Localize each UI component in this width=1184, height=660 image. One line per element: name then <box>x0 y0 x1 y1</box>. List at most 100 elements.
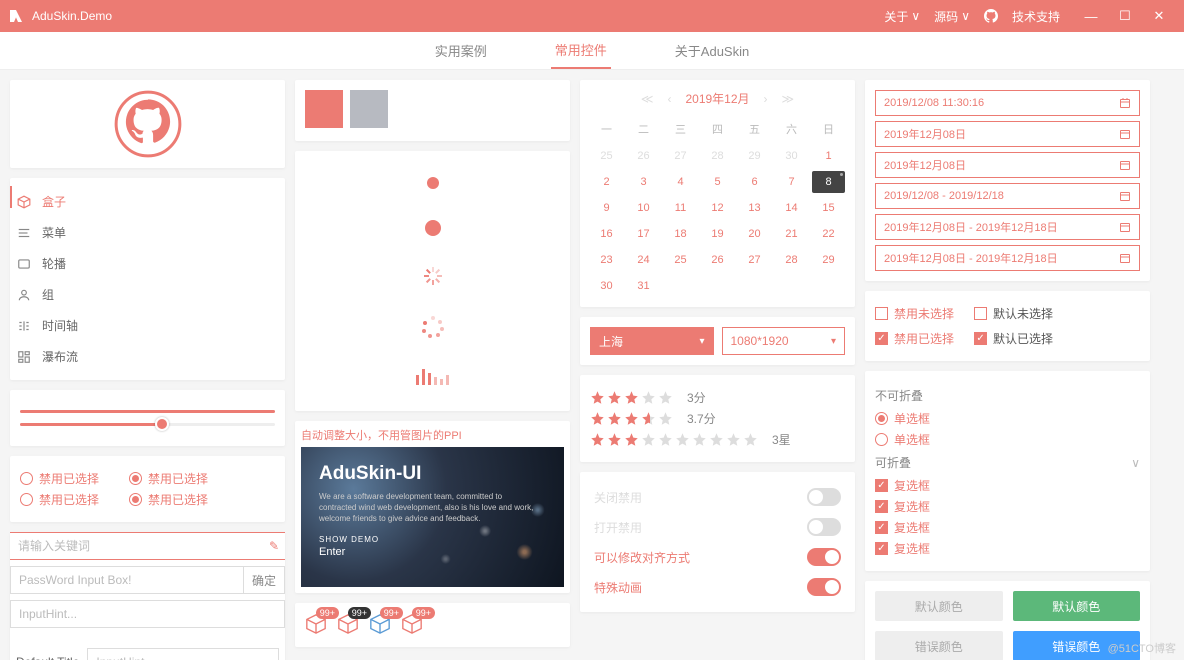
cal-next-year[interactable]: ≫ <box>782 92 795 106</box>
cal-day-27[interactable]: 27 <box>738 249 771 271</box>
checkbox-1[interactable]: 复选框 <box>875 477 1140 494</box>
cal-day-31[interactable]: 31 <box>627 275 660 297</box>
cal-day-prev[interactable]: 28 <box>701 145 734 167</box>
cal-prev-month[interactable]: ‹ <box>667 92 671 106</box>
checkbox-3[interactable]: 复选框 <box>875 519 1140 536</box>
promo-enter[interactable]: Enter <box>319 546 546 558</box>
switch-1[interactable] <box>807 488 841 506</box>
hint2-input[interactable] <box>88 655 278 660</box>
search-input[interactable] <box>10 539 263 553</box>
cal-day-21[interactable]: 21 <box>775 223 808 245</box>
badge-4[interactable]: 99+ <box>401 613 425 637</box>
cal-day-3[interactable]: 3 <box>627 171 660 193</box>
nav-timeline[interactable]: 时间轴 <box>10 310 285 341</box>
close-button[interactable]: ✕ <box>1142 8 1176 24</box>
cal-day-23[interactable]: 23 <box>590 249 623 271</box>
btn-default-green[interactable]: 默认颜色 <box>1013 591 1141 621</box>
cal-day-prev[interactable]: 25 <box>590 145 623 167</box>
btn-error-gray[interactable]: 错误颜色 <box>875 631 1003 660</box>
cal-day-30[interactable]: 30 <box>590 275 623 297</box>
cal-day-17[interactable]: 17 <box>627 223 660 245</box>
cal-day-16[interactable]: 16 <box>590 223 623 245</box>
cal-day-6[interactable]: 6 <box>738 171 771 193</box>
cal-day-20[interactable]: 20 <box>738 223 771 245</box>
cal-day-1[interactable]: 1 <box>812 145 845 167</box>
nav-box[interactable]: 盒子 <box>10 186 285 217</box>
about-menu[interactable]: 关于∨ <box>884 8 920 25</box>
swatch-gray[interactable] <box>350 90 388 128</box>
cal-next-month[interactable]: › <box>764 92 768 106</box>
radio-disabled-sel-3[interactable]: 禁用已选择 <box>20 491 99 508</box>
cal-day-22[interactable]: 22 <box>812 223 845 245</box>
date-input-3[interactable]: 2019年12月08日 <box>875 152 1140 178</box>
cal-day-prev[interactable]: 27 <box>664 145 697 167</box>
cal-day-prev[interactable]: 30 <box>775 145 808 167</box>
radio-a[interactable]: 单选框 <box>875 410 1140 427</box>
date-range-2[interactable]: 2019年12月08日 - 2019年12月18日 <box>875 214 1140 240</box>
badge-3[interactable]: 99+ <box>369 613 393 637</box>
source-menu[interactable]: 源码∨ <box>934 8 970 25</box>
cal-day-19[interactable]: 19 <box>701 223 734 245</box>
confirm-button[interactable]: 确定 <box>243 567 284 593</box>
collapsible-header[interactable]: 可折叠∨ <box>875 454 1140 471</box>
tab-examples[interactable]: 实用案例 <box>431 33 491 68</box>
cal-day-prev[interactable]: 29 <box>738 145 771 167</box>
cal-day-28[interactable]: 28 <box>775 249 808 271</box>
nav-waterfall[interactable]: 瀑布流 <box>10 341 285 372</box>
tab-about[interactable]: 关于AduSkin <box>671 33 753 68</box>
cal-day-2[interactable]: 2 <box>590 171 623 193</box>
nav-group[interactable]: 组 <box>10 279 285 310</box>
select-resolution[interactable]: 1080*1920▾ <box>722 327 846 355</box>
cal-day-15[interactable]: 15 <box>812 197 845 219</box>
cal-prev-year[interactable]: ≪ <box>641 92 654 106</box>
switch-3[interactable] <box>807 548 841 566</box>
promo-banner[interactable]: AduSkin-UI We are a software development… <box>301 447 564 587</box>
radio-disabled-sel-2[interactable]: 禁用已选择 <box>129 470 208 487</box>
date-range-3[interactable]: 2019年12月08日 - 2019年12月18日 <box>875 245 1140 271</box>
tab-controls[interactable]: 常用控件 <box>551 32 611 69</box>
minimize-button[interactable]: — <box>1074 9 1108 24</box>
rating-3[interactable]: 3星 <box>590 431 845 448</box>
badge-1[interactable]: 99+ <box>305 613 329 637</box>
cal-day-8[interactable]: 8 <box>812 171 845 193</box>
switch-4[interactable] <box>807 578 841 596</box>
slider-1[interactable] <box>20 410 275 413</box>
cal-day-9[interactable]: 9 <box>590 197 623 219</box>
cal-day-13[interactable]: 13 <box>738 197 771 219</box>
cal-day-14[interactable]: 14 <box>775 197 808 219</box>
cal-day-5[interactable]: 5 <box>701 171 734 193</box>
date-input-2[interactable]: 2019年12月08日 <box>875 121 1140 147</box>
cal-day-10[interactable]: 10 <box>627 197 660 219</box>
password-input[interactable] <box>11 573 243 587</box>
slider-2[interactable] <box>20 423 275 426</box>
btn-default-gray[interactable]: 默认颜色 <box>875 591 1003 621</box>
swatch-accent[interactable] <box>305 90 343 128</box>
hint-input[interactable] <box>11 607 284 621</box>
select-city[interactable]: 上海▾ <box>590 327 714 355</box>
rating-1[interactable]: 3分 <box>590 389 845 406</box>
checkbox-2[interactable]: 复选框 <box>875 498 1140 515</box>
support-link[interactable]: 技术支持 <box>1012 8 1060 25</box>
date-range-1[interactable]: 2019/12/08 - 2019/12/18 <box>875 183 1140 209</box>
github-icon[interactable] <box>984 9 998 23</box>
edit-icon[interactable]: ✎ <box>263 539 285 553</box>
cal-day-25[interactable]: 25 <box>664 249 697 271</box>
cal-day-7[interactable]: 7 <box>775 171 808 193</box>
nav-carousel[interactable]: 轮播 <box>10 248 285 279</box>
maximize-button[interactable]: ☐ <box>1108 8 1142 24</box>
cal-day-24[interactable]: 24 <box>627 249 660 271</box>
cal-day-12[interactable]: 12 <box>701 197 734 219</box>
badge-2[interactable]: 99+ <box>337 613 361 637</box>
radio-disabled-sel-1[interactable]: 禁用已选择 <box>20 470 99 487</box>
radio-b[interactable]: 单选框 <box>875 431 1140 448</box>
check-default-sel[interactable]: 默认已选择 <box>974 330 1053 347</box>
checkbox-4[interactable]: 复选框 <box>875 540 1140 557</box>
switch-2[interactable] <box>807 518 841 536</box>
check-default-unsel[interactable]: 默认未选择 <box>974 305 1053 322</box>
cal-day-prev[interactable]: 26 <box>627 145 660 167</box>
cal-day-18[interactable]: 18 <box>664 223 697 245</box>
radio-disabled-sel-4[interactable]: 禁用已选择 <box>129 491 208 508</box>
cal-day-11[interactable]: 11 <box>664 197 697 219</box>
rating-2[interactable]: 3.7分 <box>590 410 845 427</box>
cal-day-4[interactable]: 4 <box>664 171 697 193</box>
